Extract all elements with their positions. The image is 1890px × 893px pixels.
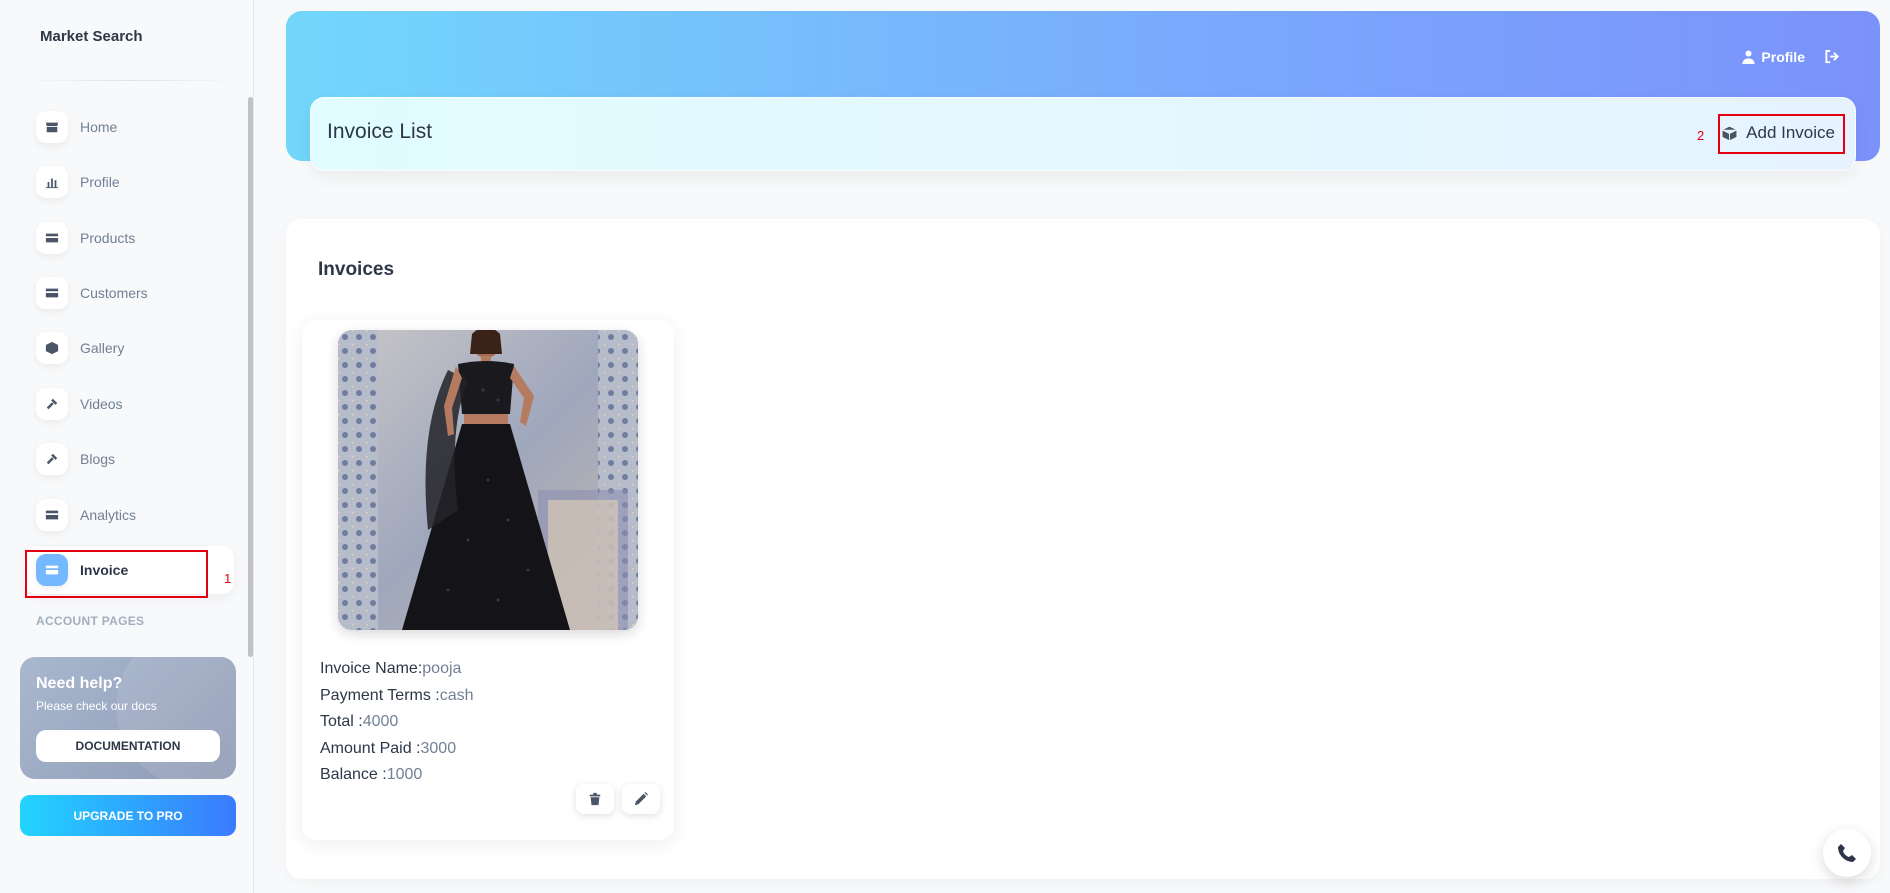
sidebar-item-label: Analytics — [80, 507, 137, 523]
section-title: ACCOUNT PAGES — [36, 614, 145, 628]
annotation-number-1: 1 — [224, 571, 232, 586]
amount-paid-value: 3000 — [420, 739, 457, 757]
card-icon — [36, 277, 68, 309]
help-card: Need help? Please check our docs DOCUMEN… — [20, 657, 236, 779]
documentation-button[interactable]: DOCUMENTATION — [36, 730, 220, 762]
add-invoice-button[interactable]: Add Invoice — [1713, 114, 1843, 152]
phone-call-button[interactable] — [1823, 829, 1871, 877]
balance-value: 1000 — [386, 766, 423, 783]
sidebar-item-label: Videos — [80, 396, 123, 412]
cube-icon — [36, 332, 68, 364]
total-row: Total :4000 — [320, 709, 474, 736]
upgrade-button[interactable]: UPGRADE TO PRO — [20, 795, 236, 836]
logout-icon[interactable] — [1824, 49, 1840, 69]
total-value: 4000 — [362, 713, 399, 730]
phone-icon — [1838, 844, 1856, 862]
help-subtitle: Please check our docs — [36, 699, 157, 713]
sidebar-item-products[interactable]: Products — [24, 214, 234, 262]
payment-terms-value: cash — [439, 686, 474, 704]
cube-icon — [1721, 125, 1738, 141]
sidebar-item-customers[interactable]: Customers — [24, 269, 234, 317]
total-label: Total : — [320, 713, 363, 730]
section-heading: Invoices — [318, 259, 395, 280]
balance-row: Balance :1000 — [320, 762, 474, 789]
tools-icon — [36, 388, 68, 420]
sidebar: Market Search Home Profile Products Cust… — [0, 0, 254, 893]
invoice-name-label: Invoice Name: — [320, 660, 423, 677]
sidebar-item-blogs[interactable]: Blogs — [24, 435, 234, 483]
invoice-name-row: Invoice Name:pooja — [320, 656, 474, 683]
edit-button[interactable] — [622, 784, 660, 814]
sidebar-item-label: Profile — [80, 174, 120, 190]
sidebar-scrollbar[interactable] — [248, 97, 253, 657]
help-title: Need help? — [36, 675, 123, 692]
page-header-card: Invoice List Add Invoice — [310, 97, 1856, 171]
brand-name[interactable]: Market Search — [40, 28, 143, 45]
card-icon — [36, 554, 68, 586]
chart-icon — [36, 166, 68, 198]
amount-paid-row: Amount Paid :3000 — [320, 736, 474, 763]
invoice-product-image — [338, 330, 638, 630]
balance-label: Balance : — [320, 766, 387, 783]
sidebar-item-label: Gallery — [80, 340, 125, 356]
card-icon — [36, 222, 68, 254]
sidebar-item-videos[interactable]: Videos — [24, 380, 234, 428]
sidebar-item-label: Home — [80, 119, 118, 135]
annotation-number-2: 2 — [1697, 128, 1705, 143]
store-icon — [36, 111, 68, 143]
sidebar-item-label: Products — [80, 230, 136, 246]
delete-button[interactable] — [576, 784, 614, 814]
sidebar-item-label: Blogs — [80, 451, 116, 467]
invoice-name-value: pooja — [422, 660, 462, 677]
sidebar-item-profile[interactable]: Profile — [24, 158, 234, 206]
sidebar-item-analytics[interactable]: Analytics — [24, 491, 234, 539]
sidebar-item-label: Customers — [80, 285, 148, 301]
payment-terms-label: Payment Terms : — [320, 686, 440, 704]
add-invoice-label: Add Invoice — [1746, 123, 1835, 142]
trash-icon — [589, 792, 601, 806]
payment-terms-row: Payment Terms :cash — [320, 683, 474, 710]
pencil-icon — [634, 792, 648, 806]
profile-label: Profile — [1761, 49, 1805, 65]
invoice-card: Invoice Name:pooja Payment Terms :cash T… — [302, 320, 674, 840]
invoice-details: Invoice Name:pooja Payment Terms :cash T… — [320, 656, 474, 789]
sidebar-item-label: Invoice — [80, 562, 129, 578]
divider — [20, 80, 240, 81]
sidebar-item-invoice[interactable]: Invoice — [24, 546, 234, 594]
invoices-panel: Invoices Invoice Name:pooja Payment Term… — [286, 219, 1880, 879]
user-icon — [1742, 50, 1756, 64]
sidebar-item-home[interactable]: Home — [24, 103, 234, 151]
card-icon — [36, 499, 68, 531]
sidebar-item-gallery[interactable]: Gallery — [24, 324, 234, 372]
tools-icon — [36, 443, 68, 475]
page-title: Invoice List — [327, 120, 433, 143]
amount-paid-label: Amount Paid : — [320, 739, 421, 757]
profile-link[interactable]: Profile — [1742, 49, 1805, 65]
